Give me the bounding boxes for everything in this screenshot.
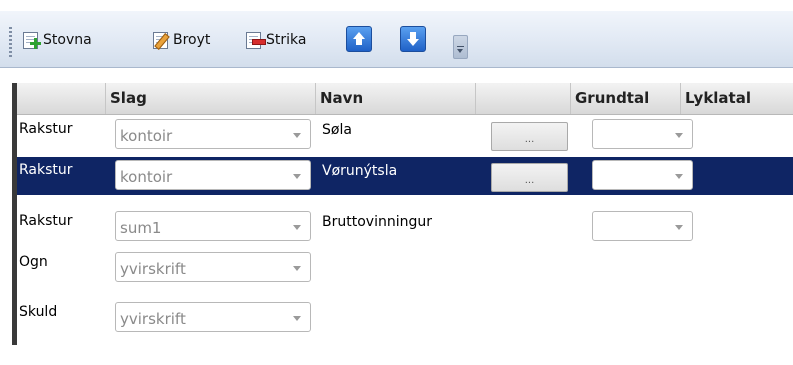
slag-cell: kontoir <box>106 157 316 195</box>
strika-label: Strika <box>266 32 307 48</box>
ellipsis-button[interactable]: ... <box>491 122 568 151</box>
row-type-cell: Ogn <box>19 254 48 270</box>
toolbar-grip-handle[interactable] <box>9 27 12 57</box>
col-header-navn[interactable]: Navn <box>316 83 476 114</box>
slag-value: yvirskrift <box>120 310 186 328</box>
row-type-cell: Rakstur <box>19 121 73 137</box>
slag-value: kontoir <box>120 127 173 145</box>
navn-cell[interactable]: Søla <box>316 116 476 154</box>
slag-combobox[interactable]: sum1 <box>115 211 311 241</box>
ellipsis-button[interactable]: ... <box>491 163 568 192</box>
table-row[interactable]: Rakstur kontoir Søla ... <box>17 116 793 154</box>
row-type-cell: Rakstur <box>19 162 73 178</box>
chevron-down-icon <box>293 316 301 321</box>
chevron-down-icon <box>675 225 683 230</box>
chevron-down-icon <box>293 133 301 138</box>
col-header-dots[interactable] <box>476 83 571 114</box>
window-top-edge <box>0 0 793 11</box>
delete-icon <box>244 31 266 49</box>
grundtal-cell <box>571 116 693 154</box>
col-header-rowtype[interactable] <box>17 83 106 114</box>
chevron-down-icon <box>675 133 683 138</box>
slag-value: sum1 <box>120 219 162 237</box>
slag-combobox[interactable]: yvirskrift <box>115 252 311 282</box>
col-header-lyklatal[interactable]: Lyklatal <box>681 83 793 114</box>
row-type-cell: Rakstur <box>19 213 73 229</box>
slag-cell: sum1 <box>106 208 316 246</box>
slag-cell: yvirskrift <box>106 249 316 287</box>
chevron-down-icon <box>293 225 301 230</box>
arrow-down-icon <box>400 26 426 52</box>
table-row[interactable]: Skuld yvirskrift <box>17 299 793 337</box>
new-record-icon <box>21 31 41 49</box>
grundtal-cell <box>571 157 693 195</box>
slag-combobox[interactable]: kontoir <box>115 160 311 190</box>
chevron-down-icon <box>675 174 683 179</box>
table-row[interactable]: Ogn yvirskrift <box>17 249 793 287</box>
grundtal-combobox[interactable] <box>592 211 693 241</box>
table-row-selected[interactable]: Rakstur kontoir Vørunýtsla ... <box>17 157 793 195</box>
edit-icon <box>151 31 171 50</box>
navn-cell[interactable]: Bruttovinningur <box>316 208 476 246</box>
navn-cell[interactable]: Vørunýtsla <box>316 157 476 195</box>
dots-cell: ... <box>476 116 571 154</box>
slag-combobox[interactable]: yvirskrift <box>115 302 311 332</box>
slag-cell: yvirskrift <box>106 299 316 337</box>
chevron-down-icon <box>457 49 463 53</box>
table-row[interactable]: Rakstur sum1 Bruttovinningur <box>17 208 793 246</box>
slag-combobox[interactable]: kontoir <box>115 119 311 149</box>
col-header-grundtal[interactable]: Grundtal <box>571 83 681 114</box>
broyt-label: Broyt <box>173 32 211 48</box>
toolbar-overflow-button[interactable] <box>453 35 468 59</box>
chevron-down-icon <box>293 266 301 271</box>
dots-cell: ... <box>476 157 571 195</box>
move-up-button[interactable] <box>343 23 373 55</box>
row-type-cell: Skuld <box>19 304 58 320</box>
arrow-up-icon <box>346 26 372 52</box>
slag-value: kontoir <box>120 168 173 186</box>
grid-header: Slag Navn Grundtal Lyklatal <box>17 83 793 115</box>
move-down-button[interactable] <box>397 23 427 55</box>
grundtal-combobox[interactable] <box>592 119 693 149</box>
broyt-button[interactable]: Broyt <box>151 25 210 55</box>
stovna-label: Stovna <box>43 32 92 48</box>
grundtal-combobox[interactable] <box>592 160 693 190</box>
col-header-slag[interactable]: Slag <box>106 83 316 114</box>
chevron-down-icon <box>293 174 301 179</box>
slag-value: yvirskrift <box>120 260 186 278</box>
grundtal-cell <box>571 208 693 246</box>
strika-button[interactable]: Strika <box>244 25 306 55</box>
slag-cell: kontoir <box>106 116 316 154</box>
stovna-button[interactable]: Stovna <box>21 25 92 55</box>
toolbar: Stovna Broyt Strika <box>0 11 793 68</box>
